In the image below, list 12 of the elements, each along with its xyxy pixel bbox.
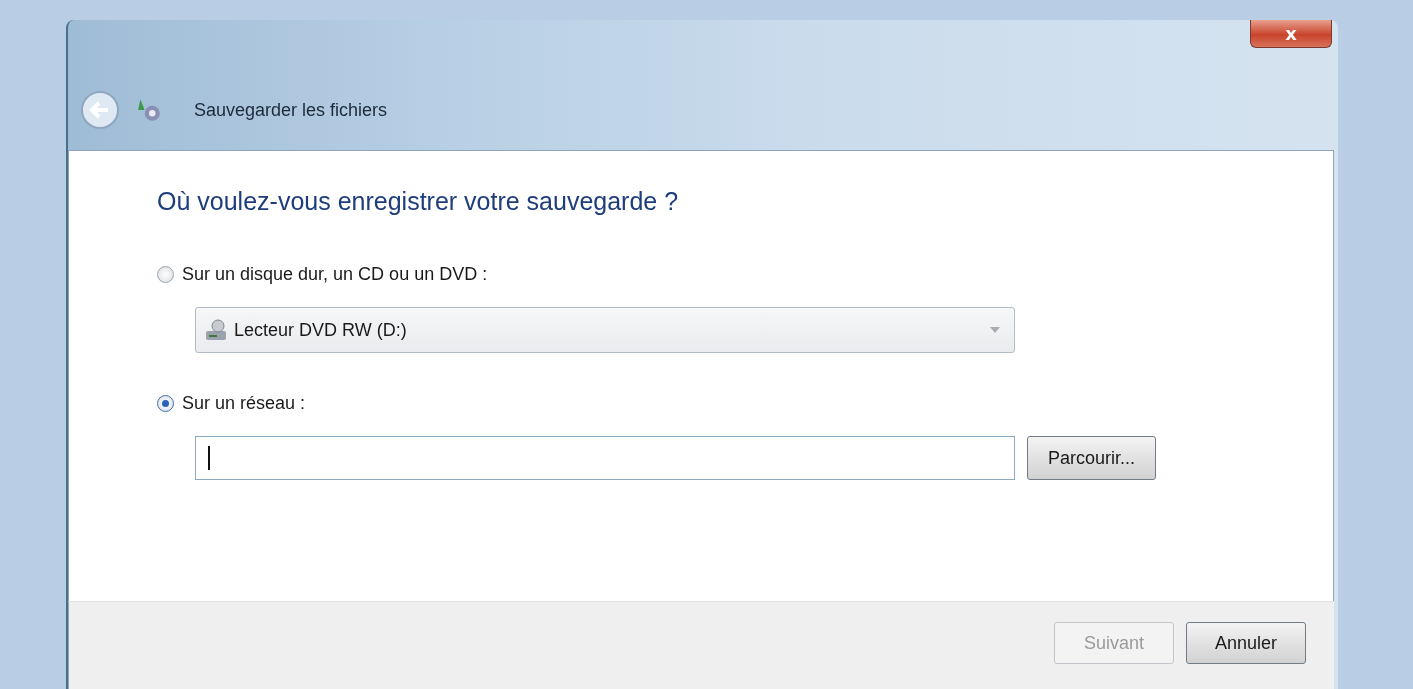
browse-button[interactable]: Parcourir...	[1027, 436, 1157, 480]
drive-dropdown[interactable]: Lecteur DVD RW (D:)	[195, 307, 1015, 353]
backup-icon	[136, 97, 162, 123]
network-path-field[interactable]	[195, 436, 1015, 480]
window-title: Sauvegarder les fichiers	[194, 99, 388, 121]
caret-icon	[990, 327, 1000, 333]
dialog-button[interactable]: Annuler	[1186, 622, 1306, 664]
close-button[interactable]: x	[1250, 20, 1332, 48]
radio-option[interactable]: Sur un réseau :	[157, 393, 306, 414]
dialog-heading: Où voulez-vous enregistrer votre sauvegarde ?	[157, 187, 680, 216]
drive-icon	[204, 318, 228, 342]
radio-option[interactable]: Sur un disque dur, un CD ou un DVD :	[157, 264, 488, 285]
